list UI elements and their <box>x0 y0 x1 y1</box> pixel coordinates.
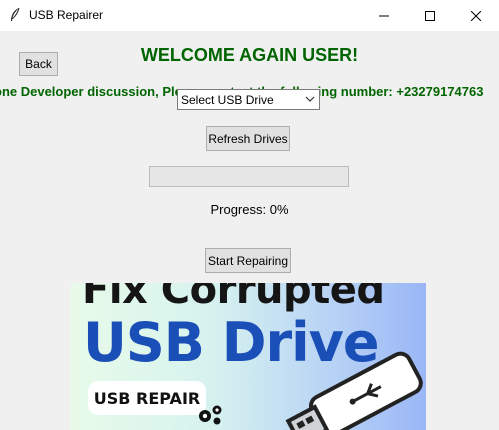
progress-label: Progress: 0% <box>210 202 289 217</box>
progress-bar <box>149 166 349 187</box>
close-icon <box>471 10 481 21</box>
minimize-icon <box>379 15 389 16</box>
welcome-heading: WELCOME AGAIN USER! <box>140 45 359 65</box>
gears-icon <box>199 405 222 425</box>
start-repairing-button[interactable]: Start Repairing <box>205 248 291 273</box>
banner-headline: Fix Corrupted <box>82 283 385 313</box>
banner-pill: USB REPAIR <box>88 381 206 415</box>
close-button[interactable] <box>453 0 499 31</box>
usb-drive-icon <box>285 351 423 430</box>
chevron-down-icon <box>305 96 315 102</box>
usb-repair-banner: Fix Corrupted USB Drive USB REPAIR <box>71 283 426 430</box>
feather-icon <box>11 7 20 21</box>
window-title: USB Repairer <box>29 8 104 22</box>
usb-drive-select-value: Select USB Drive <box>181 92 274 107</box>
maximize-icon <box>425 10 435 21</box>
refresh-drives-button[interactable]: Refresh Drives <box>206 126 290 151</box>
minimize-button[interactable] <box>361 0 407 31</box>
title-bar: USB Repairer <box>0 0 499 31</box>
maximize-button[interactable] <box>407 0 453 31</box>
usb-drive-select[interactable]: Select USB Drive <box>177 89 320 110</box>
